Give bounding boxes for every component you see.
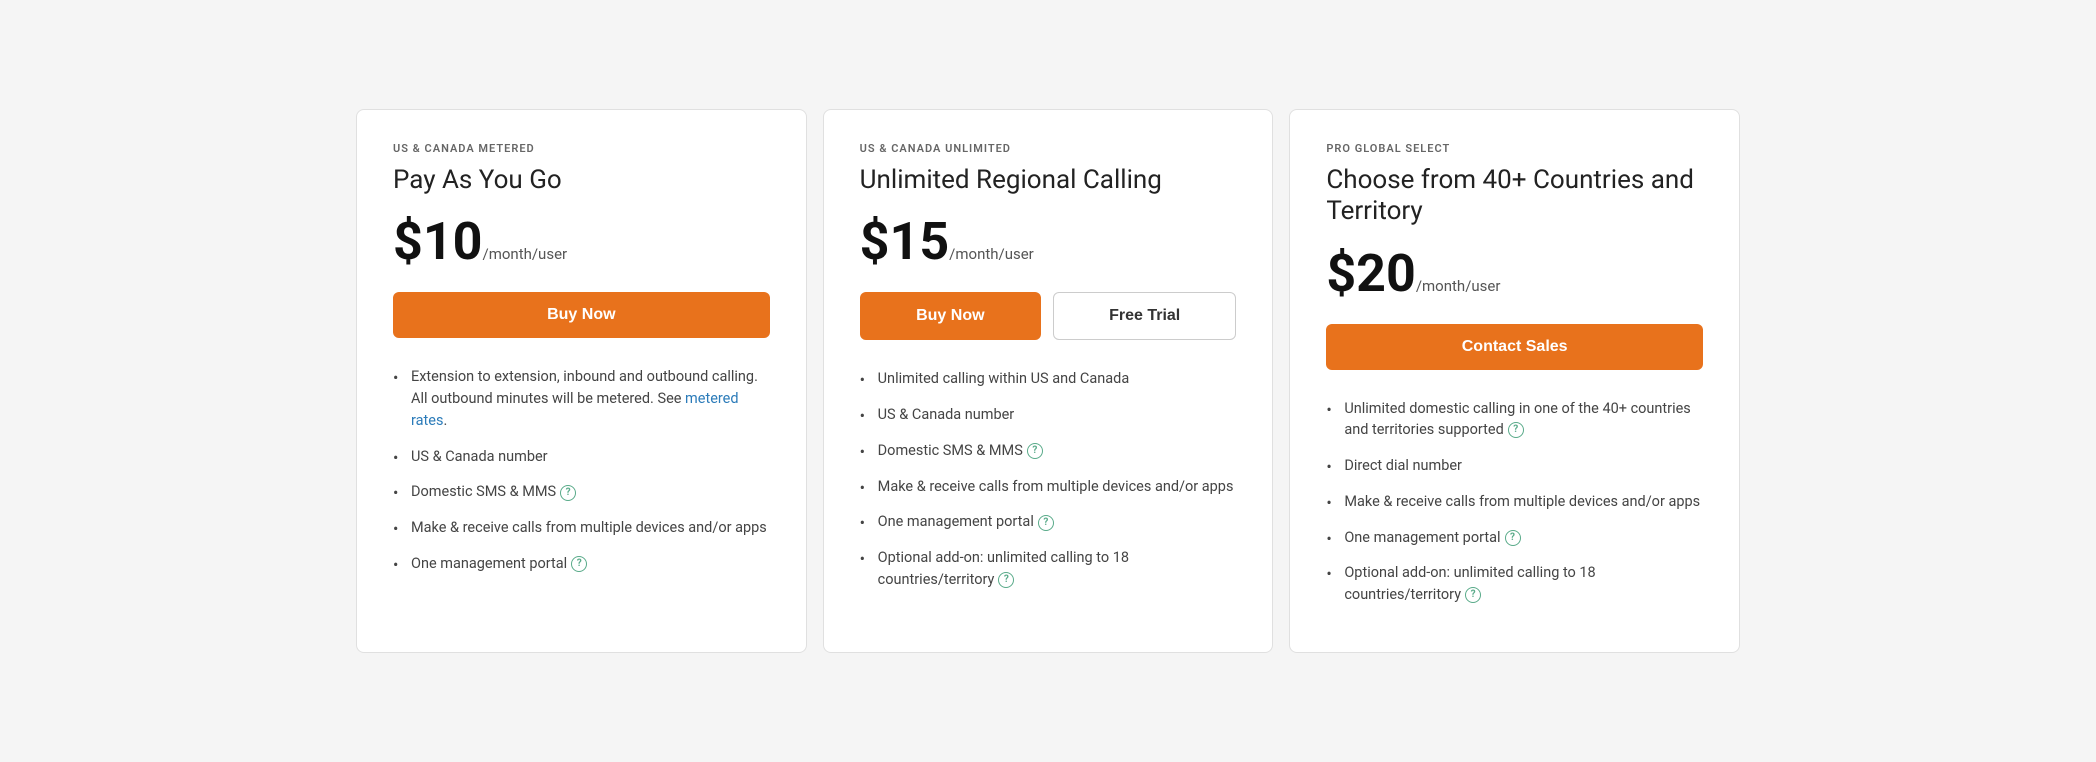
plan-category-metered: US & CANADA METERED [393,142,770,155]
price-amount-unlimited: $15 [860,211,950,272]
features-list-metered: Extension to extension, inbound and outb… [393,366,770,588]
price-period-pro-global: /month/user [1416,277,1501,295]
info-icon[interactable]: ? [1038,515,1054,531]
info-icon[interactable]: ? [571,556,587,572]
price-block-unlimited: $15/month/user [860,216,1237,268]
price-period-metered: /month/user [483,245,568,263]
list-item: Make & receive calls from multiple devic… [1326,491,1703,513]
list-item: Make & receive calls from multiple devic… [860,476,1237,498]
info-icon[interactable]: ? [1505,530,1521,546]
features-list-pro-global: Unlimited domestic calling in one of the… [1326,398,1703,620]
list-item: Domestic SMS & MMS? [393,481,770,503]
list-item: Optional add-on: unlimited calling to 18… [860,547,1237,591]
info-icon[interactable]: ? [1465,587,1481,603]
metered-rates-link[interactable]: metered rates [411,390,739,429]
pricing-card-pro-global: PRO GLOBAL SELECT Choose from 40+ Countri… [1289,109,1740,653]
buy-now-button-unlimited[interactable]: Buy Now [860,292,1041,340]
list-item: Optional add-on: unlimited calling to 18… [1326,562,1703,606]
contact-sales-button-pro-global[interactable]: Contact Sales [1326,324,1703,370]
list-item: US & Canada number [860,404,1237,426]
plan-category-unlimited: US & CANADA UNLIMITED [860,142,1237,155]
price-block-metered: $10/month/user [393,216,770,268]
plan-title-metered: Pay As You Go [393,165,770,196]
pricing-card-unlimited: US & CANADA UNLIMITED Unlimited Regional … [823,109,1274,653]
info-icon[interactable]: ? [560,485,576,501]
button-row-unlimited: Buy NowFree Trial [860,292,1237,340]
list-item: Unlimited calling within US and Canada [860,368,1237,390]
button-row-metered: Buy Now [393,292,770,338]
features-list-unlimited: Unlimited calling within US and Canada US… [860,368,1237,604]
list-item: Make & receive calls from multiple devic… [393,517,770,539]
list-item: Direct dial number [1326,455,1703,477]
pricing-grid: US & CANADA METERED Pay As You Go $10/mont… [348,101,1748,661]
list-item: Unlimited domestic calling in one of the… [1326,398,1703,442]
list-item: Extension to extension, inbound and outb… [393,366,770,431]
list-item: One management portal? [1326,527,1703,549]
button-row-pro-global: Contact Sales [1326,324,1703,370]
plan-title-unlimited: Unlimited Regional Calling [860,165,1237,196]
price-block-pro-global: $20/month/user [1326,248,1703,300]
price-period-unlimited: /month/user [949,245,1034,263]
price-amount-pro-global: $20 [1326,243,1416,304]
plan-category-pro-global: PRO GLOBAL SELECT [1326,142,1703,155]
list-item: Domestic SMS & MMS? [860,440,1237,462]
buy-now-button-metered[interactable]: Buy Now [393,292,770,338]
list-item: US & Canada number [393,446,770,468]
list-item: One management portal? [860,511,1237,533]
price-amount-metered: $10 [393,211,483,272]
free-trial-button-unlimited[interactable]: Free Trial [1053,292,1236,340]
pricing-card-metered: US & CANADA METERED Pay As You Go $10/mont… [356,109,807,653]
info-icon[interactable]: ? [1508,422,1524,438]
info-icon[interactable]: ? [1027,443,1043,459]
plan-title-pro-global: Choose from 40+ Countries and Territory [1326,165,1703,227]
info-icon[interactable]: ? [998,572,1014,588]
list-item: One management portal? [393,553,770,575]
